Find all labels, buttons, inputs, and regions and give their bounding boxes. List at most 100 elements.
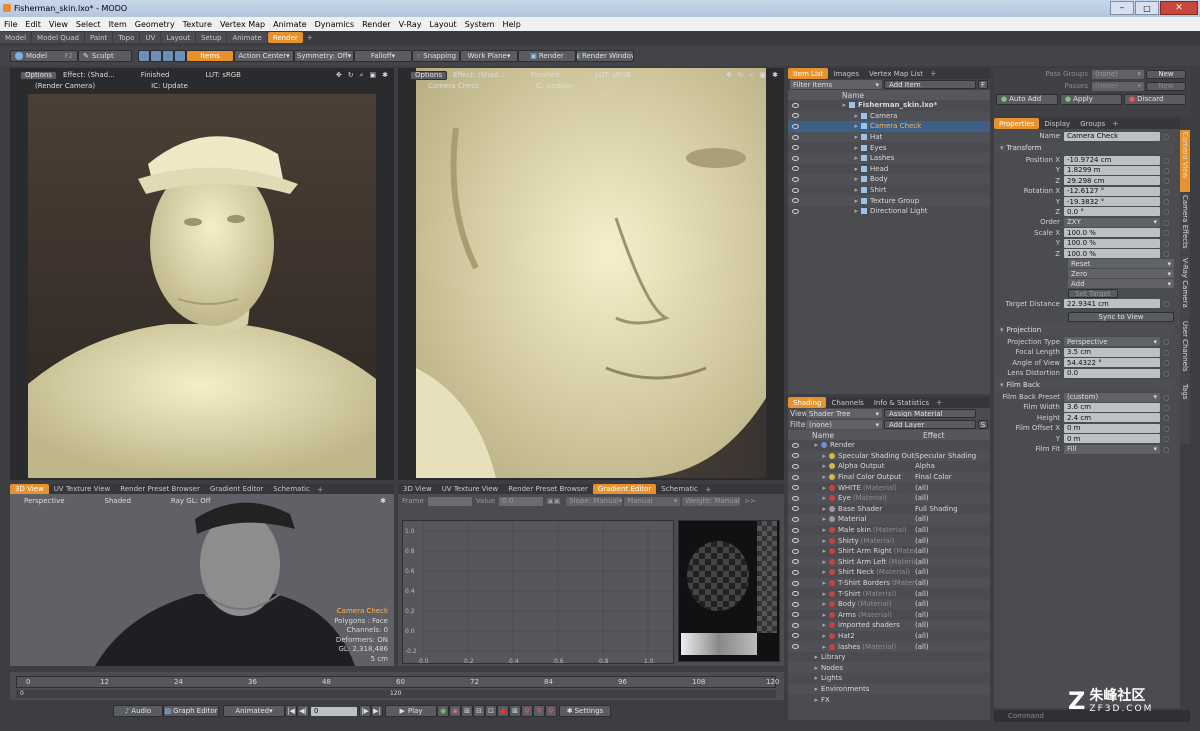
- shader-tree-row[interactable]: ▸ FX: [788, 694, 990, 705]
- menu-v-ray[interactable]: V-Ray: [395, 20, 426, 29]
- visibility-eye-icon[interactable]: [792, 208, 799, 214]
- menu-file[interactable]: File: [0, 20, 21, 29]
- key-icon-2[interactable]: ◉: [449, 705, 461, 717]
- menu-select[interactable]: Select: [72, 20, 105, 29]
- options-button-2[interactable]: Options: [410, 70, 448, 80]
- lut-dropdown[interactable]: LUT: sRGB: [205, 71, 241, 79]
- item-name-anim-toggle[interactable]: ○: [1163, 132, 1170, 141]
- rotate-icon[interactable]: ↻: [348, 71, 354, 79]
- timeline[interactable]: 0 12 24 36 48 60 72 84 96 108 120 0 120: [10, 672, 784, 700]
- section-projection[interactable]: ▾ Projection: [996, 324, 1174, 335]
- shader-tree-row[interactable]: ▸ T-Shirt Borders(Material)(all): [788, 577, 990, 589]
- lens-distortion-field[interactable]: 0.0: [1064, 368, 1160, 378]
- visibility-eye-icon[interactable]: [792, 198, 799, 204]
- expand-arrow-icon[interactable]: ▸: [807, 600, 829, 608]
- expand-arrow-icon[interactable]: ▸: [839, 101, 849, 109]
- command-input[interactable]: Command: [1008, 712, 1044, 720]
- auto-add-button[interactable]: ● Auto Add: [996, 93, 1058, 105]
- shader-tree-row[interactable]: ▸ WHITE (Material) (all): [788, 482, 990, 493]
- expand-arrow-icon[interactable]: ▸: [807, 515, 829, 523]
- ic-update-dropdown[interactable]: IC: Update: [151, 82, 188, 90]
- film-fit-dropdown[interactable]: Fill ▾: [1064, 444, 1160, 454]
- shader-tree-row[interactable]: ▸ T-Shirt (Material) (all): [788, 588, 990, 599]
- tab-render-preset-browser[interactable]: Render Preset Browser: [115, 484, 205, 495]
- tab-display[interactable]: Display: [1039, 118, 1075, 129]
- visibility-eye-icon[interactable]: [792, 548, 799, 554]
- projection-type-anim-toggle[interactable]: ○: [1163, 337, 1170, 346]
- expand-arrow-icon[interactable]: ▸: [807, 579, 829, 587]
- sculpt-button[interactable]: ✎ Sculpt: [78, 50, 132, 62]
- filter-toggle[interactable]: F: [978, 80, 988, 89]
- visibility-eye-icon[interactable]: [792, 644, 799, 650]
- model-button[interactable]: Model F2: [10, 50, 78, 62]
- shader-tree-row[interactable]: ▸ Shirt Arm Right(Material)(all): [788, 545, 990, 557]
- film-fit-anim-toggle[interactable]: ○: [1163, 445, 1170, 454]
- expand-arrow-icon[interactable]: ▸: [807, 590, 829, 598]
- key-icon-1[interactable]: ◉: [437, 705, 449, 717]
- frame-field[interactable]: [427, 496, 472, 506]
- pass-groups-dropdown[interactable]: (none) ▾: [1092, 69, 1144, 79]
- menu-edit[interactable]: Edit: [21, 20, 45, 29]
- section-film_back[interactable]: ▾ Film Back: [996, 380, 1174, 391]
- scale-z-anim-toggle[interactable]: ○: [1163, 249, 1170, 258]
- side-tab-user-channels[interactable]: User Channels: [1180, 319, 1190, 381]
- select-vertices-button[interactable]: [138, 50, 150, 62]
- menu-item[interactable]: Item: [105, 20, 131, 29]
- expand-arrow-icon[interactable]: ▸: [807, 685, 821, 693]
- shader-tree-row[interactable]: ▸ Shirt Arm Left(Material)(all): [788, 556, 990, 568]
- expand-arrow-icon[interactable]: ▸: [839, 144, 861, 152]
- menu-render[interactable]: Render: [358, 20, 394, 29]
- film-width-field[interactable]: 3.6 cm: [1064, 402, 1160, 412]
- expand-arrow-icon[interactable]: ▸: [807, 632, 829, 640]
- shader-tree-row[interactable]: ▸ Shirty (Material) (all): [788, 535, 990, 546]
- slope2-dropdown[interactable]: Manual ▾: [624, 496, 681, 506]
- rotate-icon-2[interactable]: ↻: [738, 71, 744, 79]
- passes-dropdown[interactable]: (none) ▾: [1092, 81, 1144, 91]
- visibility-eye-icon[interactable]: [792, 506, 799, 512]
- item-list-row[interactable]: ▸ Fisherman_skin.lxo*: [788, 100, 990, 111]
- add-layout-tab[interactable]: +: [307, 33, 313, 42]
- item-list-row[interactable]: ▸ Head: [788, 163, 990, 175]
- focal-length-anim-toggle[interactable]: ○: [1163, 348, 1170, 357]
- projection-type-dropdown[interactable]: Perspective ▾: [1064, 337, 1160, 347]
- expand-arrow-icon[interactable]: ▸: [839, 207, 861, 215]
- item-list-row[interactable]: ▸ Eyes: [788, 142, 990, 153]
- item-list-row[interactable]: ▸ Shirt: [788, 184, 990, 196]
- film-offset-x-field[interactable]: 0 m: [1064, 423, 1160, 433]
- shader-tree-row[interactable]: ▸ Nodes: [788, 662, 990, 674]
- film-width-anim-toggle[interactable]: ○: [1163, 403, 1170, 412]
- menu-animate[interactable]: Animate: [269, 20, 311, 29]
- expand-arrow-icon[interactable]: ▸: [807, 462, 829, 470]
- position-z-anim-toggle[interactable]: ○: [1163, 176, 1170, 185]
- focal-length-field[interactable]: 3.5 cm: [1064, 347, 1160, 357]
- shader-tree-row[interactable]: ▸ Environments: [788, 683, 990, 695]
- select-polygons-button[interactable]: [162, 50, 174, 62]
- expand-arrow-icon[interactable]: ▸: [839, 154, 861, 162]
- shader-tree-row[interactable]: ▸ Arms (Material) (all): [788, 609, 990, 621]
- film-offset-y-anim-toggle[interactable]: ○: [1163, 434, 1170, 443]
- side-tab-v-ray-camera[interactable]: V-Ray Camera: [1180, 256, 1190, 318]
- reset-button[interactable]: Reset ▾: [1068, 259, 1174, 269]
- gear-icon[interactable]: ✱: [382, 71, 388, 79]
- add-tab-icon[interactable]: +: [930, 69, 936, 78]
- shader-tree-row[interactable]: ▸ Base Shader Full Shading: [788, 503, 990, 515]
- visibility-eye-icon[interactable]: [792, 123, 799, 129]
- gradient-graph[interactable]: 1.0 0.8 0.6 0.4 0.2 0.0 -0.2 0.0 0.2 0.4 0.6 0.8 1.0: [402, 520, 674, 665]
- key-icon-5[interactable]: ⊡: [485, 705, 497, 717]
- discard-button[interactable]: ● Discard: [1124, 93, 1186, 105]
- select-materials-button[interactable]: [174, 50, 186, 62]
- key-icon-9[interactable]: ⚲: [545, 705, 557, 717]
- sync-to-view-button[interactable]: Sync to View: [1068, 311, 1174, 322]
- key-icon-6[interactable]: ⊠: [509, 705, 521, 717]
- tab-uv-texture-view[interactable]: UV Texture View: [437, 484, 504, 495]
- layout-tab-setup[interactable]: Setup: [196, 32, 227, 43]
- layout-tab-model[interactable]: Model: [0, 32, 32, 43]
- key-icon-8[interactable]: ⚲: [533, 705, 545, 717]
- shader-tree-row[interactable]: ▸ Body (Material) (all): [788, 598, 990, 610]
- expand-arrow-icon[interactable]: ▸: [807, 473, 829, 481]
- expand-arrow-icon[interactable]: ▸: [839, 112, 861, 120]
- visibility-eye-icon[interactable]: [792, 622, 799, 628]
- layout-tab-render[interactable]: Render: [267, 32, 303, 43]
- filter-items-dropdown[interactable]: Filter Items ▾: [790, 80, 882, 89]
- perspective-dropdown[interactable]: Perspective: [24, 497, 65, 505]
